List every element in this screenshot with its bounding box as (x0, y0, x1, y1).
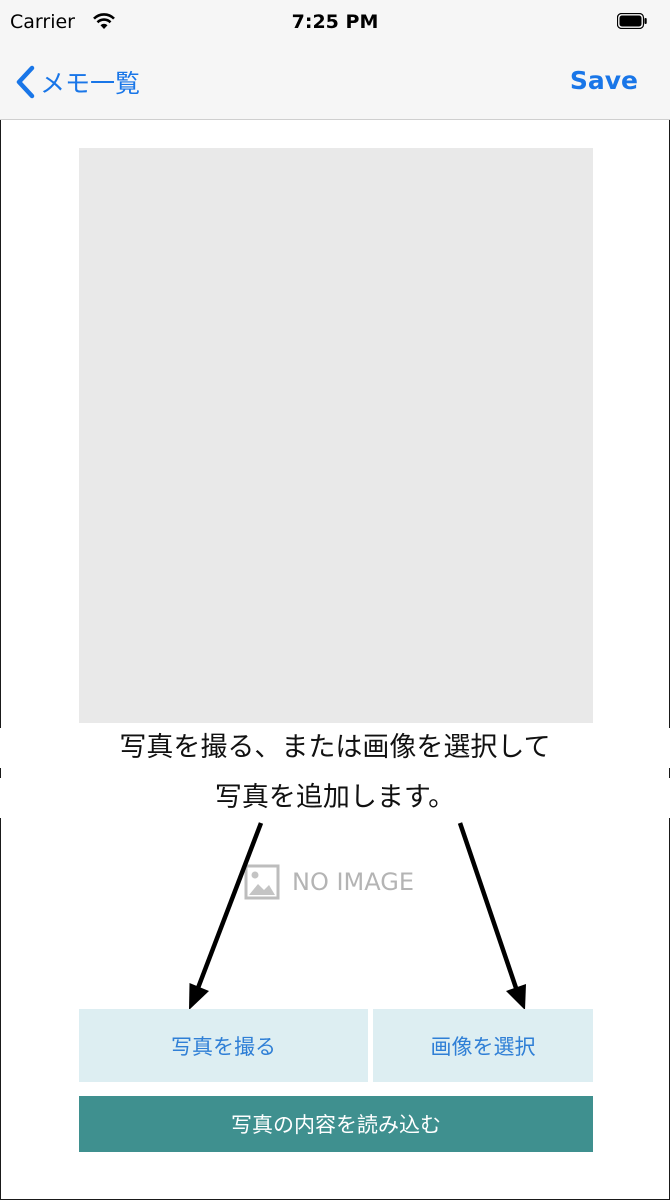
instruction-line-2: 写真を追加します。 (0, 778, 670, 818)
no-image-label: NO IMAGE (292, 868, 415, 896)
instruction-line-1: 写真を撮る、または画像を選択して (0, 728, 670, 768)
no-image-placeholder: NO IMAGE (244, 864, 414, 900)
save-button[interactable]: Save (570, 66, 638, 95)
back-button[interactable]: メモ一覧 (14, 62, 140, 102)
photo-preview-area[interactable] (79, 148, 593, 723)
select-image-button[interactable]: 画像を選択 (373, 1009, 593, 1082)
take-photo-button[interactable]: 写真を撮る (79, 1009, 368, 1082)
read-photo-contents-button[interactable]: 写真の内容を読み込む (79, 1096, 593, 1152)
battery-icon (617, 13, 647, 29)
status-bar: Carrier 7:25 PM (0, 0, 670, 44)
back-label: メモ一覧 (40, 69, 141, 98)
image-placeholder-icon (244, 864, 280, 900)
navigation-bar: メモ一覧 Save (0, 44, 670, 120)
status-time: 7:25 PM (291, 11, 379, 33)
chevron-left-icon (16, 65, 35, 99)
